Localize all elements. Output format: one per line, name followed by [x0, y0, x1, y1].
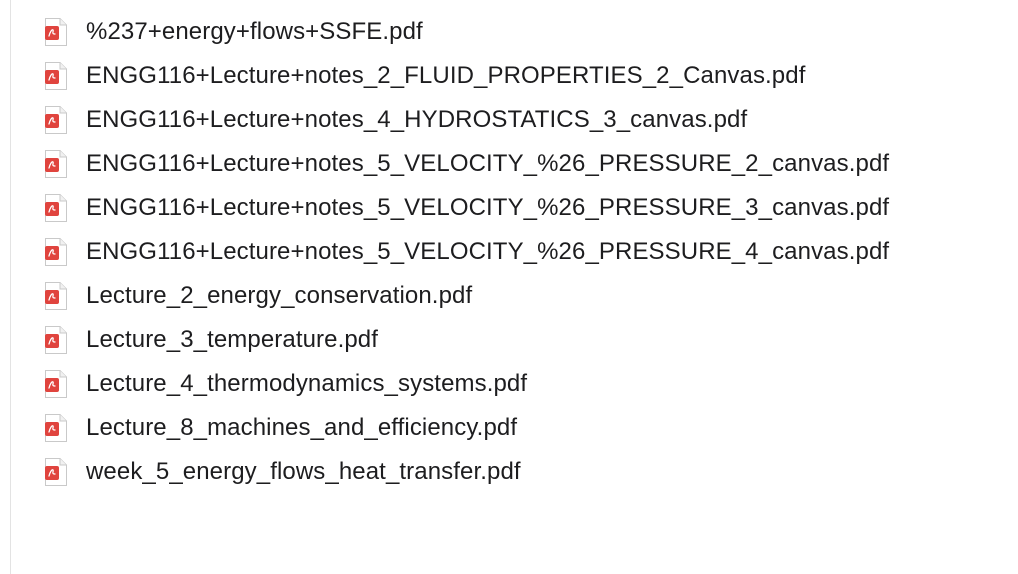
file-name: Lecture_3_temperature.pdf: [86, 326, 379, 353]
file-row[interactable]: ENGG116+Lecture+notes_5_VELOCITY_%26_PRE…: [44, 186, 889, 230]
file-name: ENGG116+Lecture+notes_5_VELOCITY_%26_PRE…: [86, 194, 890, 221]
pdf-file-icon: [44, 193, 68, 223]
file-row[interactable]: week_5_energy_flows_heat_transfer.pdf: [44, 450, 889, 494]
file-row[interactable]: %237+energy+flows+SSFE.pdf: [44, 10, 889, 54]
file-row[interactable]: Lecture_4_thermodynamics_systems.pdf: [44, 362, 889, 406]
file-name: ENGG116+Lecture+notes_5_VELOCITY_%26_PRE…: [86, 150, 890, 177]
sidebar-divider: [10, 0, 11, 574]
file-row[interactable]: ENGG116+Lecture+notes_2_FLUID_PROPERTIES…: [44, 54, 889, 98]
file-browser-window: %237+energy+flows+SSFE.pdf ENGG116+Lectu…: [0, 0, 1018, 574]
file-name: week_5_energy_flows_heat_transfer.pdf: [86, 458, 521, 485]
file-name: ENGG116+Lecture+notes_5_VELOCITY_%26_PRE…: [86, 238, 890, 265]
pdf-file-icon: [44, 149, 68, 179]
file-row[interactable]: Lecture_2_energy_conservation.pdf: [44, 274, 889, 318]
pdf-file-icon: [44, 105, 68, 135]
pdf-file-icon: [44, 17, 68, 47]
pdf-file-icon: [44, 413, 68, 443]
file-row[interactable]: Lecture_8_machines_and_efficiency.pdf: [44, 406, 889, 450]
file-name: ENGG116+Lecture+notes_2_FLUID_PROPERTIES…: [86, 62, 806, 89]
pdf-file-icon: [44, 61, 68, 91]
pdf-file-icon: [44, 281, 68, 311]
pdf-file-icon: [44, 237, 68, 267]
file-name: Lecture_4_thermodynamics_systems.pdf: [86, 370, 528, 397]
file-list: %237+energy+flows+SSFE.pdf ENGG116+Lectu…: [44, 10, 889, 494]
pdf-file-icon: [44, 325, 68, 355]
file-name: Lecture_8_machines_and_efficiency.pdf: [86, 414, 518, 441]
file-name: ENGG116+Lecture+notes_4_HYDROSTATICS_3_c…: [86, 106, 748, 133]
pdf-file-icon: [44, 457, 68, 487]
file-name: Lecture_2_energy_conservation.pdf: [86, 282, 473, 309]
pdf-file-icon: [44, 369, 68, 399]
file-row[interactable]: ENGG116+Lecture+notes_5_VELOCITY_%26_PRE…: [44, 230, 889, 274]
file-row[interactable]: ENGG116+Lecture+notes_4_HYDROSTATICS_3_c…: [44, 98, 889, 142]
file-name: %237+energy+flows+SSFE.pdf: [86, 18, 423, 45]
file-row[interactable]: Lecture_3_temperature.pdf: [44, 318, 889, 362]
file-row[interactable]: ENGG116+Lecture+notes_5_VELOCITY_%26_PRE…: [44, 142, 889, 186]
